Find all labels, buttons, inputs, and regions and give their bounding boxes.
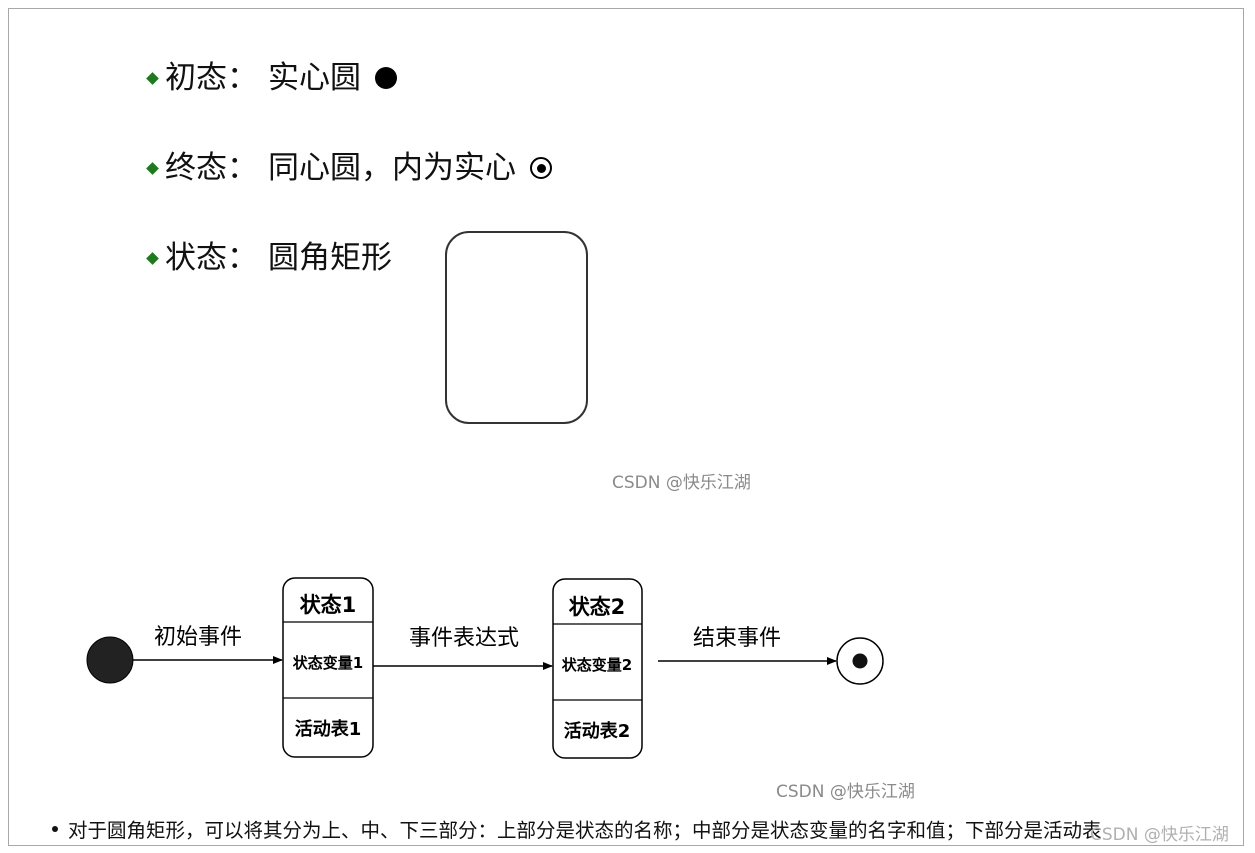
state-diagram: 初始事件 状态1 状态变量1 活动表1 事件表达式 状态2 状态变量2 活动表2… — [86, 577, 884, 759]
state-name: 状态1 — [300, 593, 357, 617]
state-variables: 状态变量2 — [562, 656, 632, 674]
state-variables: 状态变量1 — [293, 654, 363, 672]
state-name: 状态2 — [569, 595, 626, 619]
watermark: CSDN @快乐江湖 — [776, 782, 915, 802]
final-state-inner — [852, 653, 868, 669]
initial-state-node — [86, 636, 134, 684]
state-node-1: 状态1 状态变量1 活动表1 — [282, 577, 374, 758]
state-activities: 活动表1 — [295, 718, 362, 740]
watermark-bottom: CSDN @快乐江湖 — [1090, 825, 1229, 845]
state-activities: 活动表2 — [564, 720, 631, 742]
start-event-label: 初始事件 — [154, 625, 242, 650]
state-node-2: 状态2 状态变量2 活动表2 — [552, 578, 643, 759]
bullet-dot-icon — [52, 825, 58, 832]
footer-note: 对于圆角矩形，可以将其分为上、中、下三部分：上部分是状态的名称；中部分是状态变量… — [52, 814, 1102, 843]
transition-label: 事件表达式 — [409, 626, 519, 651]
end-event-label: 结束事件 — [693, 626, 781, 651]
final-state-node — [836, 637, 884, 685]
footer-text: 对于圆角矩形，可以将其分为上、中、下三部分：上部分是状态的名称；中部分是状态变量… — [68, 819, 1102, 842]
